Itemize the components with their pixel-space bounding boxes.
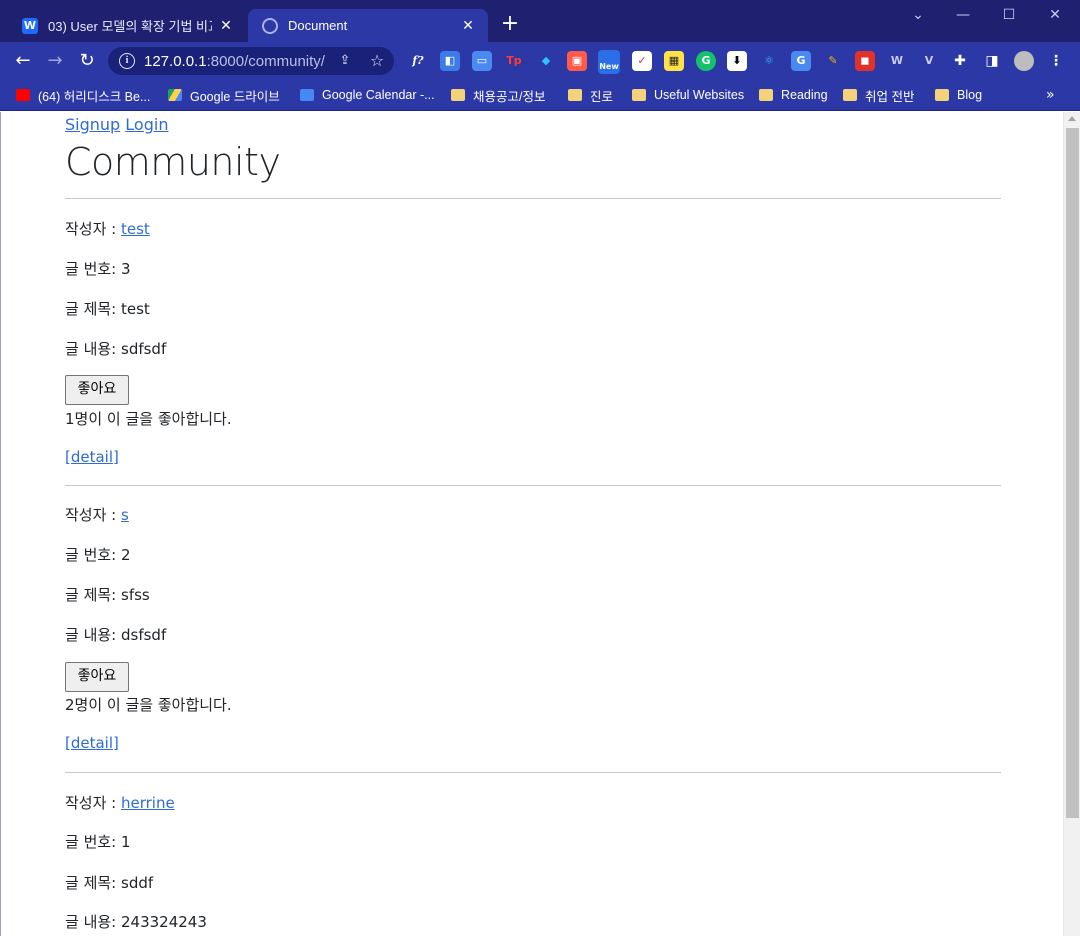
folder-icon [759, 89, 773, 101]
page-title: Community [65, 140, 281, 184]
grammarly-icon[interactable]: G [696, 51, 716, 71]
more-bookmarks-icon[interactable]: » [1046, 85, 1055, 105]
check-extension-icon[interactable]: ✓ [632, 51, 652, 71]
post-number: 글 번호: 3 [65, 260, 131, 278]
color-picker-icon[interactable]: ✎ [823, 51, 843, 71]
folder-icon [843, 89, 857, 101]
browser-toolbar: ← → ↻ i 127.0.0.1:8000/community/ ⇪ ☆ f?… [0, 42, 1080, 80]
post-number: 글 번호: 2 [65, 546, 131, 564]
post-body: 글 내용: 243324243 [65, 913, 207, 931]
bookmark-folder-blog[interactable]: Blog [935, 85, 982, 105]
divider [65, 198, 1001, 199]
close-window-button[interactable]: ✕ [1032, 0, 1078, 30]
bookmarks-bar: (64) 허리디스크 Be... Google 드라이브 Google Cale… [0, 80, 1080, 111]
tab-strip: W 03) User 모델의 확장 기법 비교 ✕ Document ✕ + ⌄… [0, 0, 1080, 42]
likes-count: 2명이 이 글을 좋아합니다. [65, 696, 232, 714]
react-devtools-icon[interactable]: ⚛ [759, 51, 779, 71]
like-button[interactable]: 좋아요 [65, 662, 129, 692]
bookmark-folder-career[interactable]: 진로 [568, 85, 613, 105]
red-extension-icon[interactable]: ◼ [855, 51, 875, 71]
v-extension-icon[interactable]: V [919, 51, 939, 71]
new-tab-button[interactable]: + [498, 12, 522, 36]
window-extension-icon[interactable]: ▭ [472, 51, 492, 71]
like-button[interactable]: 좋아요 [65, 375, 129, 405]
post-body: 글 내용: sdfsdf [65, 340, 167, 358]
site-info-icon[interactable]: i [119, 53, 135, 69]
post-author: 작성자 : test [65, 220, 150, 238]
page-viewport: Signup Login Community 작성자 : test 글 번호: … [0, 112, 1080, 936]
divider [65, 485, 1001, 486]
address-bar[interactable]: i 127.0.0.1:8000/community/ ⇪ ☆ [108, 47, 394, 75]
auth-links: Signup Login [65, 115, 168, 134]
likes-count: 1명이 이 글을 좋아합니다. [65, 410, 232, 428]
calendar-icon [300, 89, 314, 101]
close-tab-icon[interactable]: ✕ [218, 18, 234, 34]
formula-extension-icon[interactable]: f? [408, 51, 428, 71]
youtube-icon [16, 89, 30, 101]
profile-avatar[interactable] [1014, 51, 1034, 71]
folder-icon [935, 89, 949, 101]
post-body: 글 내용: dsfsdf [65, 626, 167, 644]
login-link[interactable]: Login [125, 115, 168, 134]
detail-link[interactable]: [detail] [65, 448, 119, 466]
scrollbar-thumb[interactable] [1066, 128, 1079, 818]
tab-search-icon[interactable]: ⌄ [895, 0, 941, 30]
menu-kebab-icon[interactable]: ⋮ [1046, 51, 1066, 71]
post-author: 작성자 : s [65, 506, 129, 524]
post-subject: 글 제목: sddf [65, 874, 154, 892]
folder-icon [632, 89, 646, 101]
author-link[interactable]: test [121, 220, 150, 238]
signup-link[interactable]: Signup [65, 115, 120, 134]
author-link[interactable]: s [121, 506, 129, 524]
tab-title: 03) User 모델의 확장 기법 비교 [48, 19, 212, 34]
tab-document[interactable]: Document ✕ [248, 9, 488, 42]
bookmark-star-icon[interactable]: ☆ [368, 52, 386, 70]
post-subject: 글 제목: test [65, 300, 150, 318]
grid-extension-icon[interactable]: ▦ [664, 51, 684, 71]
vertical-scrollbar[interactable] [1063, 112, 1080, 936]
w-extension-icon[interactable]: W [887, 51, 907, 71]
folder-icon [451, 89, 465, 101]
diamond-extension-icon[interactable]: ◆ [536, 51, 556, 71]
sidepanel-icon[interactable]: ◨ [982, 51, 1002, 71]
bookmark-folder-reading[interactable]: Reading [759, 85, 828, 105]
wikidocs-icon: W [22, 17, 38, 34]
bookmark-folder-jobs[interactable]: 채용공고/정보 [451, 85, 545, 105]
folder-icon [568, 89, 582, 101]
translate-extension-icon[interactable]: ◧ [440, 51, 460, 71]
maximize-button[interactable]: ☐ [986, 0, 1032, 30]
scroll-up-arrow-icon[interactable] [1068, 116, 1076, 121]
bookmark-youtube[interactable]: (64) 허리디스크 Be... [16, 85, 150, 105]
forward-icon[interactable]: → [44, 50, 66, 72]
gift-extension-icon[interactable]: ▣ [567, 51, 587, 71]
post-author: 작성자 : herrine [65, 794, 175, 812]
bookmark-folder-employment[interactable]: 취업 전반 [843, 85, 914, 105]
tab-title: Document [288, 18, 348, 33]
minimize-button[interactable]: — [940, 0, 986, 30]
bookmark-google-drive[interactable]: Google 드라이브 [168, 85, 280, 105]
reload-icon[interactable]: ↻ [76, 50, 98, 72]
post-number: 글 번호: 1 [65, 833, 131, 851]
share-icon[interactable]: ⇪ [337, 53, 353, 69]
new-extension-icon[interactable]: New [598, 50, 620, 74]
detail-link[interactable]: [detail] [65, 734, 119, 752]
globe-icon [262, 17, 278, 34]
tp-extension-icon[interactable]: Tp [504, 51, 524, 71]
close-tab-icon[interactable]: ✕ [460, 18, 476, 34]
url-text: 127.0.0.1:8000/community/ [144, 52, 325, 70]
download-extension-icon[interactable]: ⬇ [727, 51, 747, 71]
tab-user-model[interactable]: W 03) User 모델의 확장 기법 비교 ✕ [8, 9, 246, 42]
back-icon[interactable]: ← [12, 50, 34, 72]
bookmark-folder-useful[interactable]: Useful Websites [632, 85, 744, 105]
google-translate-icon[interactable]: G [791, 51, 811, 71]
author-link[interactable]: herrine [121, 794, 175, 812]
google-drive-icon [168, 89, 182, 101]
divider [65, 772, 1001, 773]
bookmark-google-calendar[interactable]: Google Calendar -... [300, 85, 435, 105]
puzzle-extensions-icon[interactable]: ✚ [950, 51, 970, 71]
post-subject: 글 제목: sfss [65, 586, 150, 604]
